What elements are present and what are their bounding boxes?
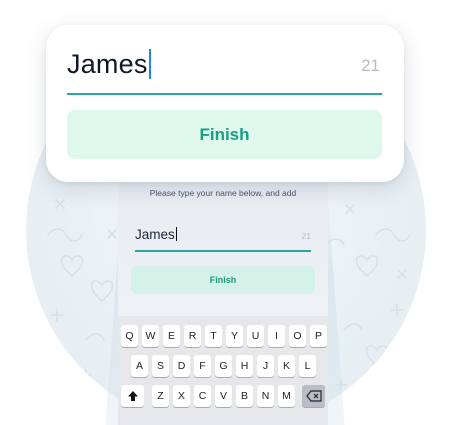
key-a[interactable]: A xyxy=(131,355,148,377)
shift-arrow-icon xyxy=(127,391,138,401)
keyboard-row-3: Z X C V B N M xyxy=(118,385,328,407)
finish-button[interactable]: Finish xyxy=(67,110,382,159)
key-y[interactable]: Y xyxy=(226,325,243,347)
key-w[interactable]: W xyxy=(142,325,159,347)
key-n[interactable]: N xyxy=(257,385,274,407)
key-r[interactable]: R xyxy=(184,325,201,347)
keyboard-row-2: A S D F G H J K L xyxy=(118,355,328,377)
key-v[interactable]: V xyxy=(215,385,232,407)
key-b[interactable]: B xyxy=(236,385,253,407)
key-p[interactable]: P xyxy=(310,325,327,347)
phone-name-input[interactable]: James 21 xyxy=(135,224,311,252)
on-screen-keyboard: Q W E R T Y U I O P A S D F G H J K L Z … xyxy=(118,316,328,425)
key-h[interactable]: H xyxy=(236,355,253,377)
text-caret xyxy=(148,49,151,79)
phone-char-count: 21 xyxy=(301,231,311,241)
key-s[interactable]: S xyxy=(152,355,169,377)
phone-text-caret xyxy=(175,227,178,241)
key-q[interactable]: Q xyxy=(121,325,138,347)
stage: Please type your name below, and add Jam… xyxy=(0,0,450,425)
phone-screen: Please type your name below, and add Jam… xyxy=(118,150,328,425)
backspace-icon xyxy=(305,390,322,402)
phone-finish-button[interactable]: Finish xyxy=(131,266,315,294)
key-c[interactable]: C xyxy=(194,385,211,407)
key-j[interactable]: J xyxy=(257,355,274,377)
name-input[interactable]: James 21 xyxy=(67,43,382,95)
key-k[interactable]: K xyxy=(278,355,295,377)
name-entry-card: James 21 Finish xyxy=(46,25,404,182)
phone-name-value-wrap: James xyxy=(135,227,178,242)
name-value-wrap: James xyxy=(67,49,151,80)
key-m[interactable]: M xyxy=(278,385,295,407)
shift-key[interactable] xyxy=(121,385,144,407)
name-value: James xyxy=(67,49,148,79)
key-d[interactable]: D xyxy=(173,355,190,377)
keyboard-row-1: Q W E R T Y U I O P xyxy=(118,325,328,347)
key-u[interactable]: U xyxy=(247,325,264,347)
key-t[interactable]: T xyxy=(205,325,222,347)
key-f[interactable]: F xyxy=(194,355,211,377)
key-i[interactable]: I xyxy=(268,325,285,347)
key-o[interactable]: O xyxy=(289,325,306,347)
key-e[interactable]: E xyxy=(163,325,180,347)
key-z[interactable]: Z xyxy=(152,385,169,407)
backspace-key[interactable] xyxy=(302,385,325,407)
key-l[interactable]: L xyxy=(299,355,316,377)
key-g[interactable]: G xyxy=(215,355,232,377)
key-x[interactable]: X xyxy=(173,385,190,407)
phone-name-value: James xyxy=(135,227,175,242)
char-count: 21 xyxy=(361,56,380,75)
phone-instructions: Please type your name below, and add xyxy=(149,188,297,198)
